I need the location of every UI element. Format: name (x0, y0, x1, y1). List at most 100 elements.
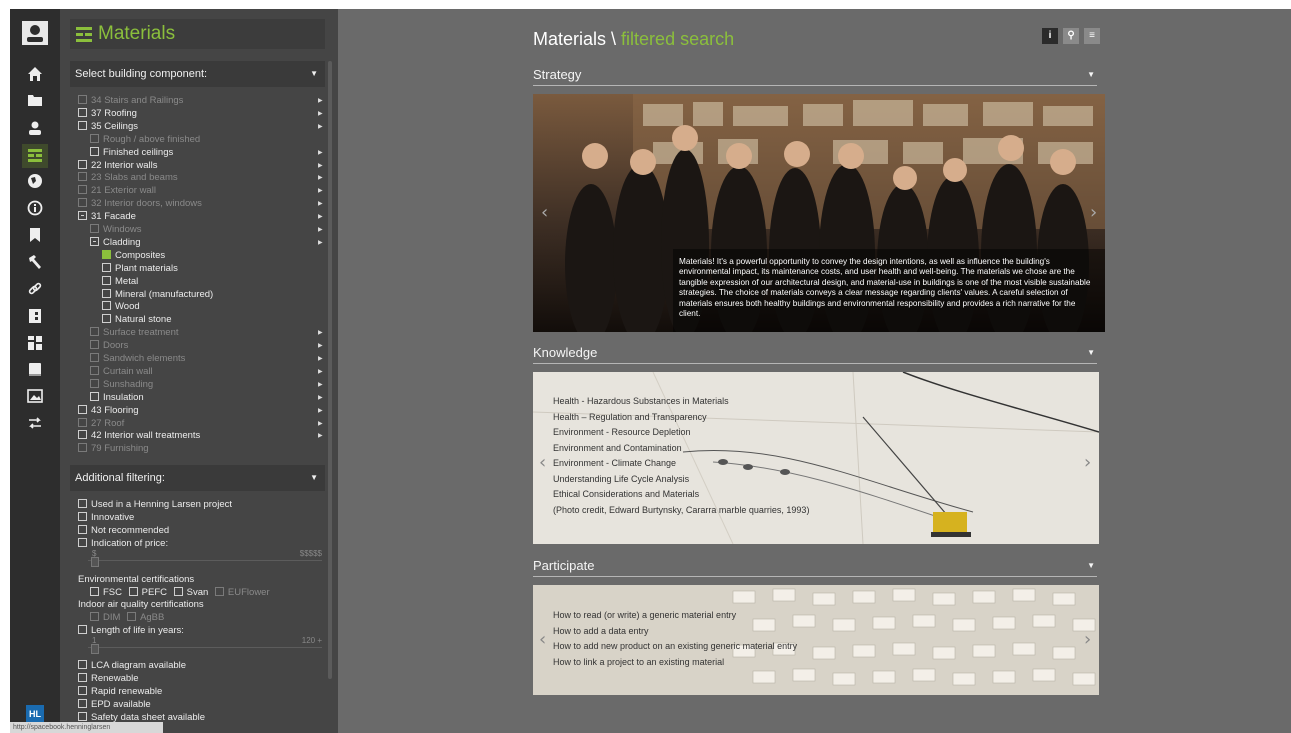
checkbox[interactable] (102, 314, 111, 324)
participate-link[interactable]: How to link a project to an existing mat… (553, 655, 797, 671)
logo-b-icon[interactable] (22, 308, 48, 328)
component-item[interactable]: Curtain wall (90, 365, 153, 378)
checkbox[interactable] (78, 120, 87, 130)
knowledge-link[interactable]: Environment - Climate Change (553, 456, 809, 472)
knowledge-header[interactable]: Knowledge ▼ (533, 343, 1097, 364)
cert-agbb[interactable]: AgBB (127, 612, 164, 623)
component-item[interactable]: Wood (102, 300, 140, 313)
checkbox[interactable] (78, 660, 87, 669)
filter-not-recommended[interactable]: Not recommended (78, 524, 169, 537)
expand-arrow-icon[interactable]: ▶ (318, 368, 323, 375)
filter-epd[interactable]: EPD available (78, 698, 151, 711)
expand-arrow-icon[interactable]: ▶ (318, 213, 323, 220)
checkbox[interactable] (78, 159, 87, 169)
component-item[interactable]: Sandwich elements (90, 352, 185, 365)
expand-arrow-icon[interactable]: ▶ (318, 149, 323, 156)
expand-arrow-icon[interactable]: ▶ (318, 200, 323, 207)
checkbox[interactable] (78, 430, 87, 440)
participate-link[interactable]: How to read (or write) a generic materia… (553, 608, 797, 624)
component-item[interactable]: 21 Exterior wall (78, 184, 156, 197)
expand-arrow-icon[interactable]: ▶ (318, 174, 323, 181)
materials-icon[interactable] (22, 144, 48, 168)
search-button[interactable]: ⚲ (1063, 28, 1079, 44)
book-icon[interactable] (22, 362, 48, 382)
participate-header[interactable]: Participate ▼ (533, 556, 1097, 577)
checkbox-partial[interactable] (78, 211, 87, 221)
component-item[interactable]: 31 Facade (78, 210, 136, 223)
component-item[interactable]: 22 Interior walls (78, 159, 158, 172)
knowledge-link[interactable]: Environment and Contamination (553, 441, 809, 457)
checkbox[interactable] (90, 365, 99, 375)
component-item[interactable]: Composites (102, 249, 165, 262)
component-item[interactable]: Windows (90, 223, 142, 236)
checkbox[interactable] (102, 275, 111, 285)
checkbox[interactable] (78, 538, 87, 547)
checkbox[interactable] (90, 340, 99, 350)
price-slider-handle[interactable] (91, 557, 99, 567)
component-item[interactable]: Doors (90, 339, 128, 352)
expand-arrow-icon[interactable]: ▶ (318, 420, 323, 427)
checkbox[interactable] (90, 224, 99, 233)
component-item[interactable]: 43 Flooring (78, 404, 139, 417)
checkbox[interactable] (102, 262, 111, 272)
cert-svan[interactable]: Svan (173, 587, 208, 598)
component-item[interactable]: 34 Stairs and Railings (78, 94, 183, 107)
person-icon[interactable] (22, 120, 48, 140)
checkbox[interactable] (90, 378, 99, 388)
expand-arrow-icon[interactable]: ▶ (318, 342, 323, 349)
cert-euflower[interactable]: EUFlower (214, 587, 270, 598)
checkbox[interactable] (78, 107, 87, 117)
checkbox[interactable] (90, 146, 99, 156)
panel-scrollbar[interactable] (328, 61, 332, 679)
menu-button[interactable]: ≡ (1084, 28, 1100, 44)
info-icon[interactable] (22, 200, 48, 220)
expand-arrow-icon[interactable]: ▶ (318, 329, 323, 336)
checkbox-checked[interactable] (102, 249, 111, 259)
globe-icon[interactable] (22, 173, 48, 193)
expand-arrow-icon[interactable]: ▶ (318, 239, 323, 246)
info-button[interactable]: i (1042, 28, 1058, 44)
component-item[interactable]: Finished ceilings (90, 146, 173, 159)
checkbox[interactable] (90, 612, 99, 621)
life-slider-handle[interactable] (91, 644, 99, 654)
knowledge-link[interactable]: Health – Regulation and Transparency (553, 410, 809, 426)
checkbox[interactable] (78, 417, 87, 427)
checkbox[interactable] (90, 391, 99, 401)
checkbox[interactable] (78, 499, 87, 508)
checkbox[interactable] (78, 686, 87, 695)
checkbox[interactable] (128, 587, 138, 596)
checkbox[interactable] (90, 353, 99, 362)
expand-arrow-icon[interactable]: ▶ (318, 432, 323, 439)
image-icon[interactable] (22, 389, 48, 409)
bookmark-icon[interactable] (22, 227, 48, 247)
checkbox[interactable] (78, 712, 87, 721)
folder-icon[interactable] (22, 93, 48, 113)
checkbox[interactable] (90, 133, 99, 143)
checkbox[interactable] (214, 587, 224, 596)
component-item[interactable]: Plant materials (102, 262, 178, 275)
component-item[interactable]: 37 Roofing (78, 107, 137, 120)
expand-arrow-icon[interactable]: ▶ (318, 381, 323, 388)
filter-lca[interactable]: LCA diagram available (78, 659, 186, 672)
participate-link[interactable]: How to add new product on an existing ge… (553, 639, 797, 655)
component-item[interactable]: Rough / above finished (90, 133, 200, 146)
additional-filtering-dropdown[interactable]: Additional filtering: ▼ (70, 465, 325, 491)
expand-arrow-icon[interactable]: ▶ (318, 97, 323, 104)
participate-link[interactable]: How to add a data entry (553, 624, 797, 640)
expand-arrow-icon[interactable]: ▶ (318, 407, 323, 414)
expand-arrow-icon[interactable]: ▶ (318, 123, 323, 130)
exchange-icon[interactable] (22, 416, 48, 436)
checkbox[interactable] (78, 404, 87, 414)
knowledge-link[interactable]: Understanding Life Cycle Analysis (553, 472, 809, 488)
checkbox[interactable] (102, 301, 111, 311)
cert-pefc[interactable]: PEFC (128, 587, 167, 598)
checkbox[interactable] (78, 443, 87, 453)
checkbox[interactable] (90, 327, 99, 337)
component-item[interactable]: Natural stone (102, 313, 172, 326)
cert-fsc[interactable]: FSC (90, 587, 122, 598)
strategy-header[interactable]: Strategy ▼ (533, 65, 1097, 86)
checkbox[interactable] (78, 525, 87, 534)
knowledge-link[interactable]: Environment - Resource Depletion (553, 425, 809, 441)
tool-icon[interactable] (22, 254, 48, 274)
component-item[interactable]: Surface treatment (90, 326, 179, 339)
